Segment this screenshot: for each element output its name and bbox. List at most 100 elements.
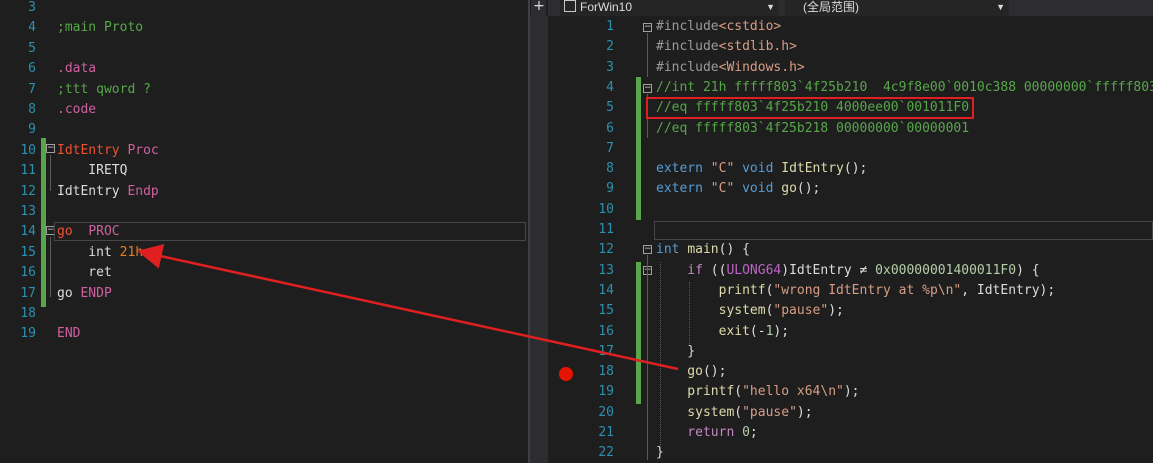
code-token: "pause": [742, 404, 797, 420]
code-token: #include: [656, 39, 719, 55]
code-line[interactable]: #include<Windows.h>: [656, 58, 805, 78]
code-token: //eq fffff803`4f25b218 00000000`00000001: [656, 120, 970, 136]
fold-guide: [647, 255, 648, 460]
code-line[interactable]: int main() {: [656, 240, 750, 260]
code-token: "wrong IdtEntry at %p\n": [773, 282, 962, 298]
code-token: ULONG64: [726, 262, 782, 278]
code-token: #include: [656, 19, 719, 34]
code-token: );: [828, 303, 844, 319]
line-number: 22: [598, 445, 614, 461]
code-token: exit: [656, 323, 750, 339]
code-token: <stdlib.h>: [718, 39, 797, 55]
line-number: 17: [598, 343, 614, 359]
fold-toggle-icon[interactable]: −: [643, 84, 652, 93]
line-number: 8: [606, 161, 614, 177]
line-number: 18: [598, 364, 614, 380]
code-token: 0: [742, 425, 750, 440]
code-line[interactable]: system("pause");: [656, 301, 844, 321]
code-token: "C": [710, 181, 735, 197]
code-token: ;: [749, 425, 758, 440]
code-token: (: [734, 404, 743, 420]
code-token: IdtEntry: [781, 161, 844, 177]
code-token: //int 21h fffff803`4f25b210 4c9f8e00`001…: [656, 79, 1153, 95]
code-token: go: [781, 181, 797, 197]
code-token: if: [656, 262, 711, 278]
code-line[interactable]: #include<cstdio>: [656, 17, 781, 37]
line-number: 10: [598, 201, 614, 217]
line-number: 20: [598, 404, 614, 420]
code-token: "pause": [773, 303, 829, 319]
code-token: extern: [656, 181, 711, 197]
line-number: 9: [606, 181, 614, 197]
code-line[interactable]: exit(-1);: [656, 322, 789, 342]
code-token: ((: [710, 262, 727, 278]
code-line[interactable]: go();: [656, 362, 726, 382]
line-number: 14: [598, 282, 614, 298]
indent-guide: [689, 282, 691, 344]
code-token: void: [734, 181, 782, 197]
line-number: 6: [606, 120, 614, 136]
code-token: ();: [702, 364, 727, 380]
code-token: (: [734, 384, 743, 400]
fold-toggle-icon[interactable]: −: [643, 23, 652, 32]
code-token: (-: [749, 323, 766, 339]
code-token: <cstdio>: [718, 19, 782, 34]
code-token: printf: [656, 282, 766, 298]
code-token: 0x00000001400011F0: [875, 262, 1017, 278]
code-token: return: [656, 425, 743, 440]
code-token: system: [656, 404, 735, 420]
change-bar: [636, 262, 641, 404]
code-token: int: [656, 242, 688, 258]
code-token: system: [656, 303, 766, 319]
indent-guide: [660, 262, 662, 447]
line-number: 5: [606, 100, 614, 116]
code-token: printf: [656, 384, 735, 400]
line-number: 4: [606, 79, 614, 95]
code-token: ();: [796, 181, 821, 197]
code-line[interactable]: printf("hello x64\n");: [656, 382, 860, 402]
line-number: 15: [598, 303, 614, 319]
code-token: extern: [656, 161, 711, 177]
code-line[interactable]: extern "C" void go();: [656, 179, 820, 199]
code-token: );: [773, 323, 790, 339]
line-number: 2: [606, 39, 614, 55]
fold-guide: [647, 33, 648, 77]
code-token: #include: [656, 59, 719, 75]
code-token: main: [687, 242, 719, 258]
line-number: 19: [598, 384, 614, 400]
code-line[interactable]: system("pause");: [656, 403, 813, 423]
current-line-indicator: [654, 221, 1153, 240]
code-token: void: [734, 161, 782, 177]
line-number: 11: [598, 222, 614, 237]
annotation-highlight-box: [646, 97, 974, 119]
code-token: "C": [710, 161, 735, 177]
code-token: "hello x64\n": [742, 384, 844, 400]
code-line[interactable]: return 0;: [656, 423, 758, 443]
code-token: }: [656, 445, 664, 461]
line-number: 1: [606, 19, 614, 34]
change-bar: [636, 77, 641, 220]
code-token: );: [843, 384, 860, 400]
code-line[interactable]: //eq fffff803`4f25b218 00000000`00000001: [656, 119, 969, 139]
line-number: 21: [598, 425, 614, 440]
code-line[interactable]: printf("wrong IdtEntry at %p\n", IdtEntr…: [656, 281, 1056, 301]
line-number: 3: [606, 59, 614, 75]
code-line[interactable]: //int 21h fffff803`4f25b210 4c9f8e00`001…: [656, 78, 1153, 98]
code-token: go: [656, 364, 703, 380]
code-line[interactable]: extern "C" void IdtEntry();: [656, 159, 867, 179]
breakpoint-icon[interactable]: [559, 367, 573, 381]
code-token: ) {: [1016, 262, 1040, 278]
code-token: );: [796, 404, 813, 420]
line-number: 12: [598, 242, 614, 258]
code-token: , IdtEntry);: [961, 282, 1056, 298]
code-line[interactable]: if ((ULONG64)IdtEntry ≠ 0x00000001400011…: [656, 261, 1040, 281]
code-line[interactable]: #include<stdlib.h>: [656, 37, 797, 57]
line-number: 7: [606, 140, 614, 156]
fold-toggle-icon[interactable]: −: [643, 245, 652, 254]
code-token: ();: [843, 161, 868, 177]
code-token: )IdtEntry ≠: [781, 262, 876, 278]
line-number: 16: [598, 323, 614, 339]
line-number: 13: [598, 262, 614, 278]
code-token: <Windows.h>: [718, 59, 805, 75]
code-token: () {: [718, 242, 750, 258]
